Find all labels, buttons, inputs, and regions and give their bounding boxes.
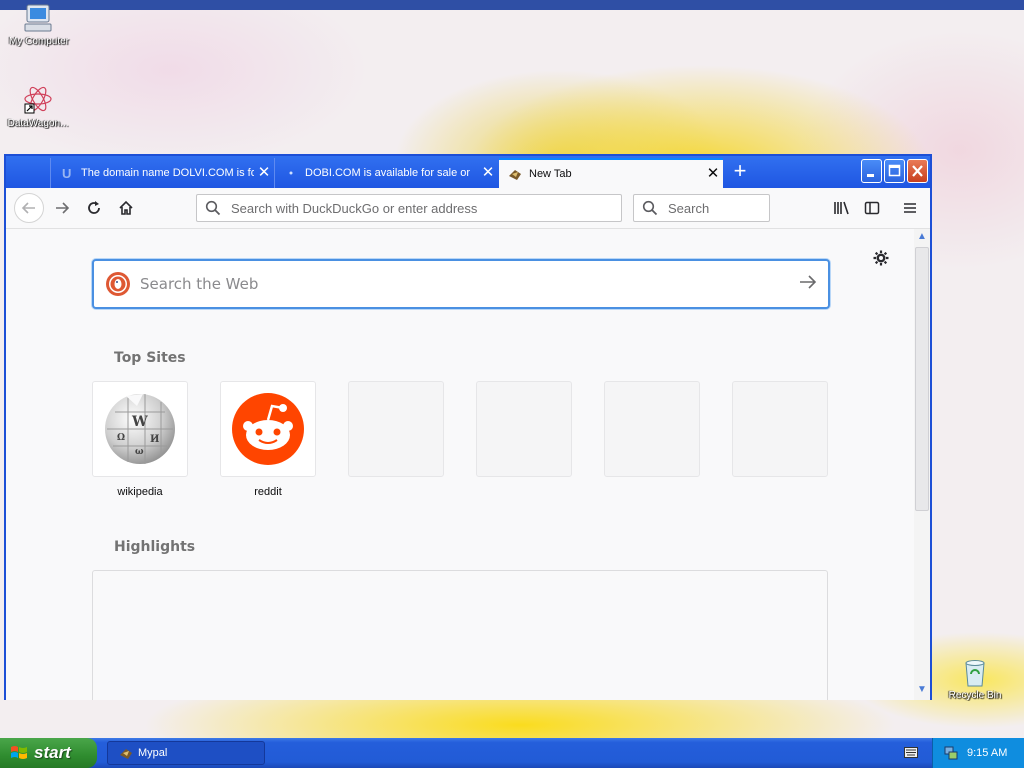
navigation-toolbar <box>6 188 930 229</box>
web-search-input[interactable] <box>138 274 788 294</box>
svg-text:Ω: Ω <box>117 433 125 443</box>
tab-dobi[interactable]: DOBI.COM is available for sale or ✕ <box>274 158 498 188</box>
maximize-icon <box>888 164 901 177</box>
sidebar-icon <box>864 201 880 215</box>
web-search-box[interactable] <box>92 259 830 309</box>
minimize-button[interactable] <box>861 159 882 183</box>
hamburger-menu-icon <box>904 203 916 213</box>
tab-title: New Tab <box>529 168 572 180</box>
svg-text:И: И <box>150 434 159 445</box>
tab-close-icon[interactable]: ✕ <box>478 165 498 180</box>
scrollbar-thumb[interactable] <box>915 247 929 511</box>
library-icon <box>834 201 849 215</box>
top-site-tile-reddit[interactable] <box>220 381 316 477</box>
new-tab-page: Top Sites W Ω И <box>6 229 916 700</box>
url-input[interactable] <box>229 199 621 217</box>
desktop-icon-label: DataWagon... <box>7 118 69 129</box>
wikipedia-globe-icon: W Ω И ω <box>105 394 175 464</box>
search-icon <box>197 200 229 216</box>
svg-text:ω: ω <box>135 447 144 457</box>
highlights-heading: Highlights <box>114 539 196 555</box>
scroll-up-arrow-icon[interactable]: ▲ <box>914 229 930 245</box>
home-icon <box>119 200 133 215</box>
top-site-label: reddit <box>254 486 282 498</box>
search-bar[interactable] <box>633 194 770 222</box>
taskbar: start Mypal 9:15 AM <box>0 738 1024 768</box>
forward-button[interactable] <box>48 194 76 222</box>
tab-new-tab[interactable]: New Tab ✕ <box>499 158 723 188</box>
close-icon <box>912 165 923 177</box>
tab-favicon-icon <box>283 165 299 181</box>
tab-title: DOBI.COM is available for sale or <box>305 167 471 179</box>
top-sites-heading: Top Sites <box>114 350 186 366</box>
home-button[interactable] <box>112 194 140 222</box>
mypal-icon <box>507 166 523 182</box>
highlights-panel <box>92 570 828 700</box>
desktop-icon-recycle-bin[interactable]: Recycle Bin <box>937 656 1013 701</box>
desktop-icon-label: Recycle Bin <box>948 690 1002 701</box>
top-site-label: wikipedia <box>117 486 163 498</box>
top-site-tile-wikipedia[interactable]: W Ω И ω <box>92 381 188 477</box>
datawagon-shortcut-icon <box>22 84 54 116</box>
start-button[interactable]: start <box>0 738 97 768</box>
minimize-icon <box>867 174 874 177</box>
scroll-down-arrow-icon[interactable]: ▼ <box>914 682 930 698</box>
sidebar-button[interactable] <box>858 194 886 222</box>
duckduckgo-logo-icon <box>106 272 130 296</box>
search-icon <box>634 200 666 216</box>
top-site-tile-empty[interactable] <box>732 381 828 477</box>
desktop-icon-datawagon[interactable]: DataWagon... <box>0 84 76 129</box>
back-button[interactable] <box>14 193 44 223</box>
menu-button[interactable] <box>896 194 924 222</box>
search-submit-arrow-icon[interactable] <box>788 274 828 295</box>
recycle-bin-icon <box>959 656 991 688</box>
desktop-icon-label: My Computer <box>8 36 69 47</box>
tab-close-icon[interactable]: ✕ <box>703 166 723 181</box>
clock[interactable]: 9:15 AM <box>967 747 1007 759</box>
taskbar-item-mypal[interactable]: Mypal <box>107 741 265 765</box>
back-arrow-icon <box>21 202 35 214</box>
top-site-tile-empty[interactable] <box>476 381 572 477</box>
vertical-scrollbar[interactable]: ▲ ▼ <box>914 229 930 700</box>
windows-flag-icon <box>10 744 28 762</box>
system-tray: 9:15 AM <box>932 738 1024 768</box>
tab-close-icon[interactable]: ✕ <box>254 165 274 180</box>
maximize-button[interactable] <box>884 159 905 183</box>
new-tab-plus-icon[interactable]: + <box>728 160 752 184</box>
desktop-icon-my-computer[interactable]: My Computer <box>1 2 77 47</box>
reload-icon <box>88 201 100 214</box>
svg-text:U: U <box>62 166 71 181</box>
svg-text:W: W <box>131 414 148 430</box>
forward-arrow-icon <box>56 202 70 214</box>
tab-dolvi[interactable]: U The domain name DOLVI.COM is fo ✕ <box>50 158 274 188</box>
reload-button[interactable] <box>80 194 108 222</box>
my-computer-icon <box>23 2 55 34</box>
reddit-alien-icon <box>232 393 304 465</box>
browser-window: U The domain name DOLVI.COM is fo ✕ DOBI… <box>4 154 932 700</box>
settings-gear-icon[interactable] <box>872 249 890 270</box>
search-input[interactable] <box>666 199 769 217</box>
url-bar[interactable] <box>196 194 622 222</box>
keyboard-layout-icon[interactable] <box>904 747 918 758</box>
top-site-tile-empty[interactable] <box>348 381 444 477</box>
tab-title: The domain name DOLVI.COM is fo <box>81 167 254 179</box>
start-label: start <box>34 743 71 762</box>
taskbar-item-label: Mypal <box>138 747 168 759</box>
top-site-tile-empty[interactable] <box>604 381 700 477</box>
desktop-top-strip <box>0 0 1024 10</box>
tab-strip: U The domain name DOLVI.COM is fo ✕ DOBI… <box>6 156 930 188</box>
network-status-icon[interactable] <box>943 745 959 761</box>
mypal-icon <box>118 745 134 761</box>
close-window-button[interactable] <box>907 159 928 183</box>
library-button[interactable] <box>828 194 856 222</box>
tab-favicon-icon: U <box>59 165 75 181</box>
